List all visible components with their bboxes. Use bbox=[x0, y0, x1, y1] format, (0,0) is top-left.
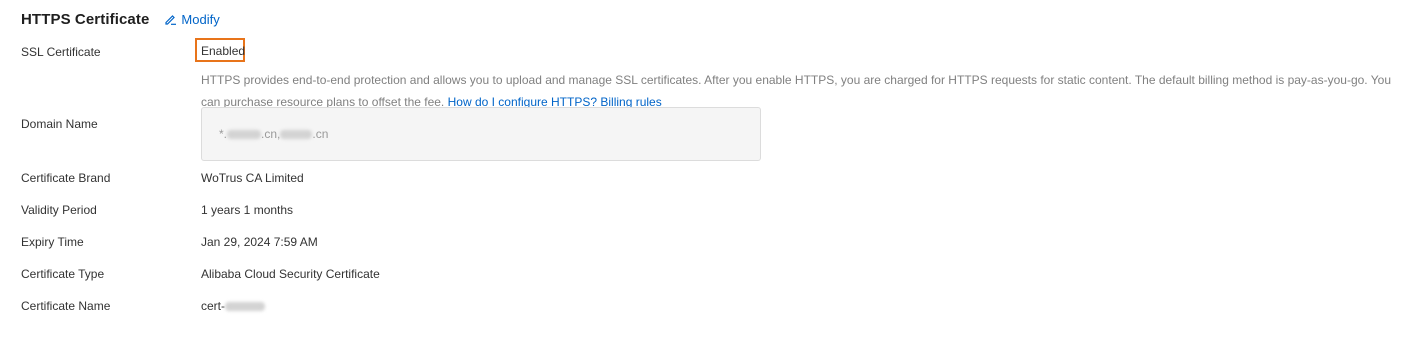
ssl-status-value: Enabled bbox=[201, 44, 246, 58]
domain-suffix-2: .cn bbox=[312, 127, 329, 141]
domain-name-field: *. .cn, .cn bbox=[201, 107, 761, 161]
certificate-type-value: Alibaba Cloud Security Certificate bbox=[201, 267, 380, 281]
modify-label: Modify bbox=[181, 11, 220, 27]
domain-name-value: *. .cn, .cn bbox=[219, 127, 328, 141]
ssl-certificate-label: SSL Certificate bbox=[21, 45, 101, 59]
expiry-time-label: Expiry Time bbox=[21, 235, 84, 249]
expiry-time-value: Jan 29, 2024 7:59 AM bbox=[201, 235, 318, 249]
redacted-domain-2 bbox=[280, 129, 313, 139]
domain-suffix-1: .cn, bbox=[261, 127, 281, 141]
description-text: HTTPS provides end-to-end protection and… bbox=[201, 73, 1391, 109]
certificate-name-label: Certificate Name bbox=[21, 299, 111, 313]
redacted-certificate-id bbox=[225, 301, 265, 311]
domain-prefix: *. bbox=[219, 127, 228, 141]
validity-period-label: Validity Period bbox=[21, 203, 97, 217]
validity-period-value: 1 years 1 months bbox=[201, 203, 294, 217]
certificate-brand-label: Certificate Brand bbox=[21, 171, 111, 185]
certificate-type-label: Certificate Type bbox=[21, 267, 105, 281]
domain-name-label: Domain Name bbox=[21, 117, 98, 131]
certificate-brand-value: WoTrus CA Limited bbox=[201, 171, 304, 185]
modify-button[interactable]: Modify bbox=[165, 11, 220, 27]
section-title: HTTPS Certificate bbox=[21, 10, 150, 28]
redacted-domain-1 bbox=[227, 129, 262, 139]
section-header: HTTPS Certificate Modify bbox=[21, 9, 220, 29]
certificate-name-prefix: cert- bbox=[201, 299, 225, 313]
edit-icon bbox=[165, 15, 177, 25]
certificate-name-value: cert- bbox=[201, 298, 265, 314]
